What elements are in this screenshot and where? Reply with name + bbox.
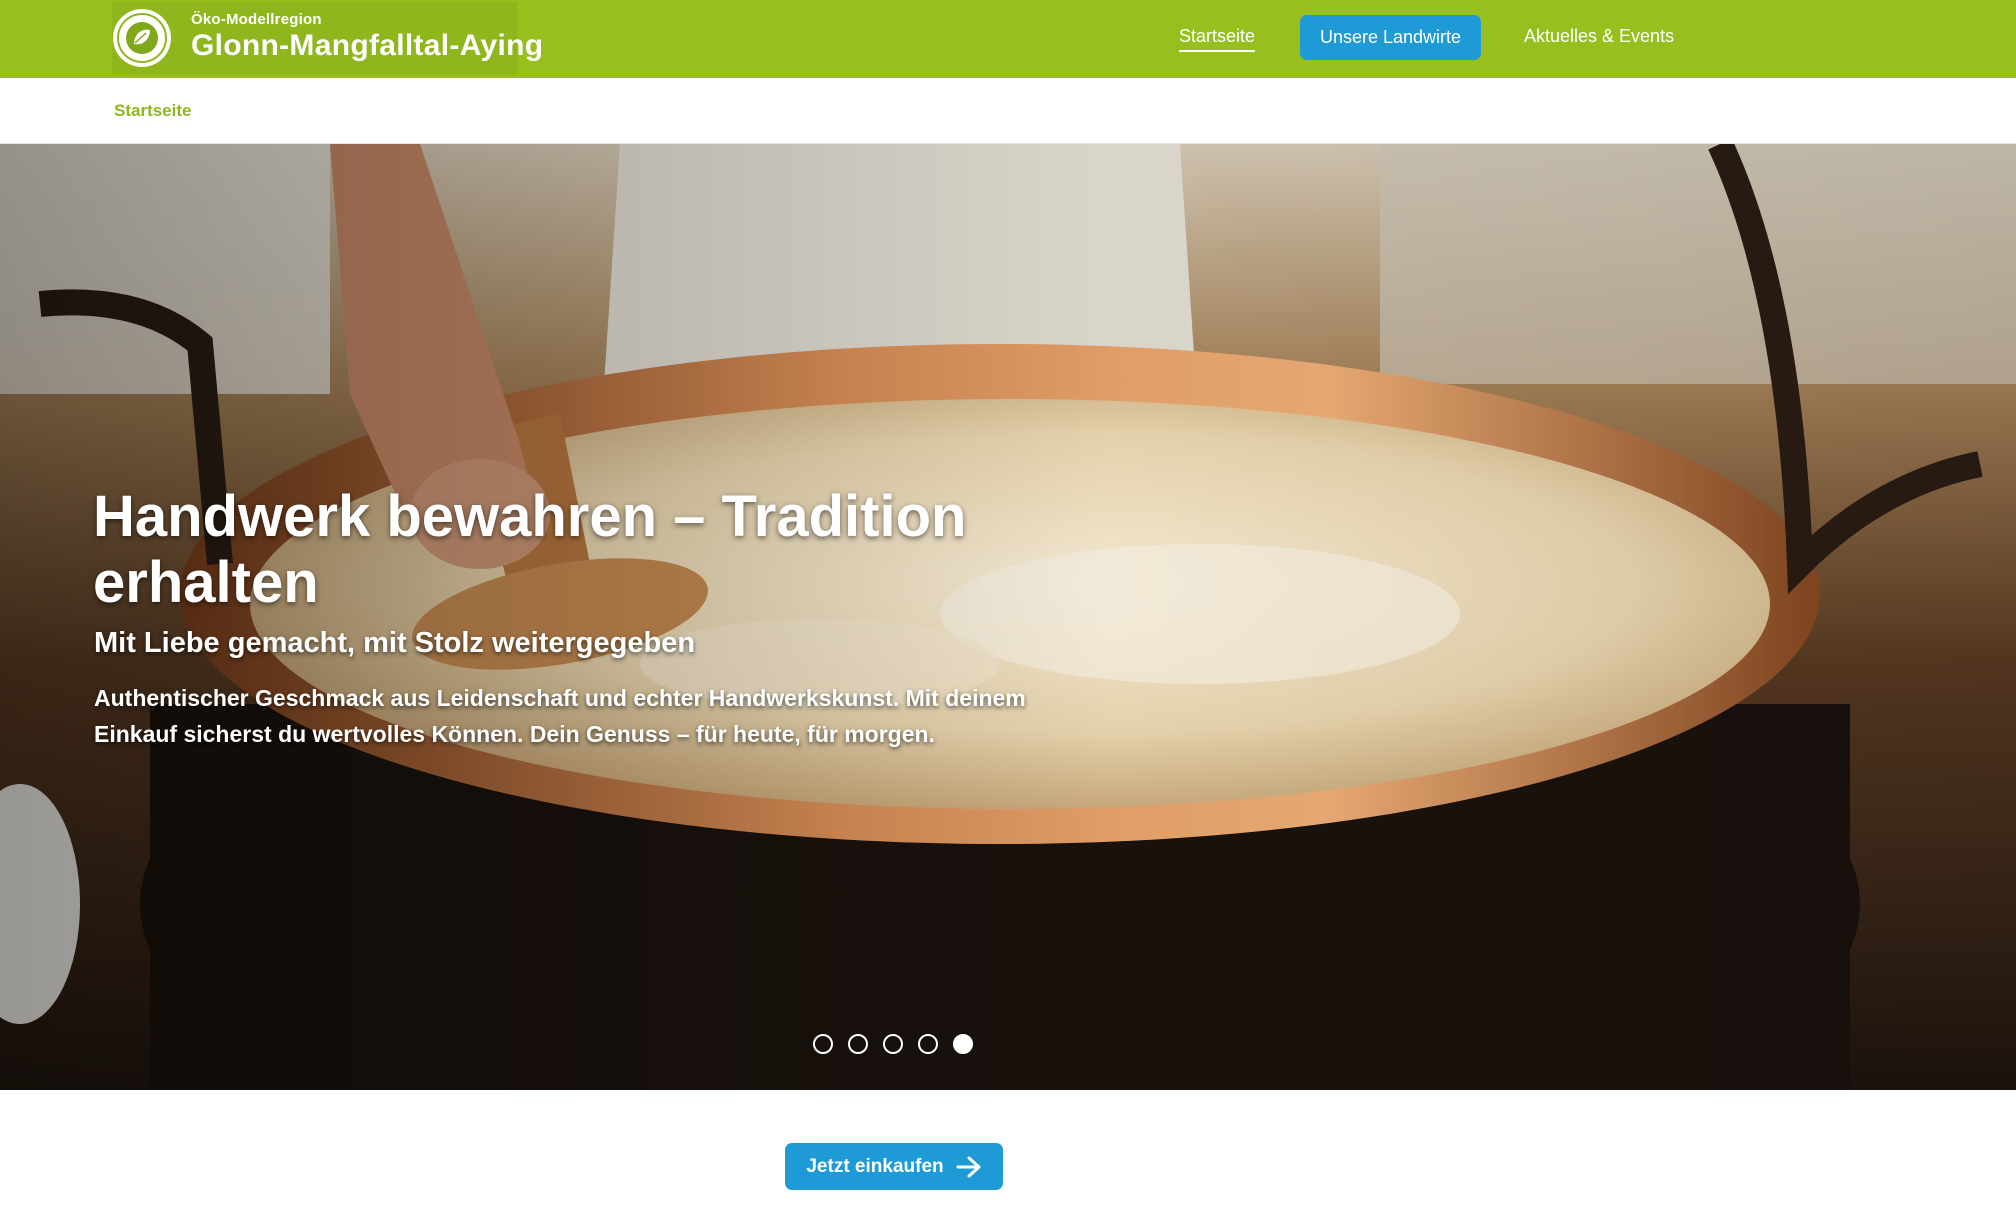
slider-pagination — [813, 1034, 973, 1056]
breadcrumb-bar: Startseite — [0, 78, 2016, 144]
hero-description: Authentischer Geschmack aus Leidenschaft… — [94, 685, 1026, 747]
shop-now-label: Jetzt einkaufen — [806, 1155, 944, 1177]
slider-dot-3[interactable] — [883, 1034, 903, 1054]
nav-aktuelles-events[interactable]: Aktuelles & Events — [1524, 26, 1674, 47]
hero-subtitle: Mit Liebe gemacht, mit Stolz weitergegeb… — [94, 627, 696, 659]
logo-subtitle: Öko-Modellregion — [191, 11, 322, 28]
nav-unsere-landwirte-button[interactable]: Unsere Landwirte — [1300, 15, 1481, 60]
hero-slider: Handwerk bewahren – Tradition erhalten M… — [0, 144, 2016, 1090]
hero-image-cheese-kettle — [0, 144, 2016, 1090]
logo-title: Glonn-Mangfalltal-Aying — [191, 29, 544, 62]
hero-title: Handwerk bewahren – Tradition erhalten — [93, 484, 967, 615]
nav-startseite[interactable]: Startseite — [1179, 26, 1256, 52]
site-header: Öko-Modellregion Glonn-Mangfalltal-Aying… — [0, 0, 2016, 78]
breadcrumb-startseite[interactable]: Startseite — [114, 101, 191, 121]
slider-dot-5[interactable] — [953, 1034, 973, 1054]
leaf-badge-icon — [113, 9, 171, 67]
site-logo[interactable]: Öko-Modellregion Glonn-Mangfalltal-Aying — [112, 2, 543, 75]
slider-dot-4[interactable] — [918, 1034, 938, 1054]
arrow-right-icon — [956, 1156, 981, 1177]
slider-dot-1[interactable] — [813, 1034, 833, 1054]
shop-now-button[interactable]: Jetzt einkaufen — [785, 1143, 1003, 1190]
slider-dot-2[interactable] — [848, 1034, 868, 1054]
